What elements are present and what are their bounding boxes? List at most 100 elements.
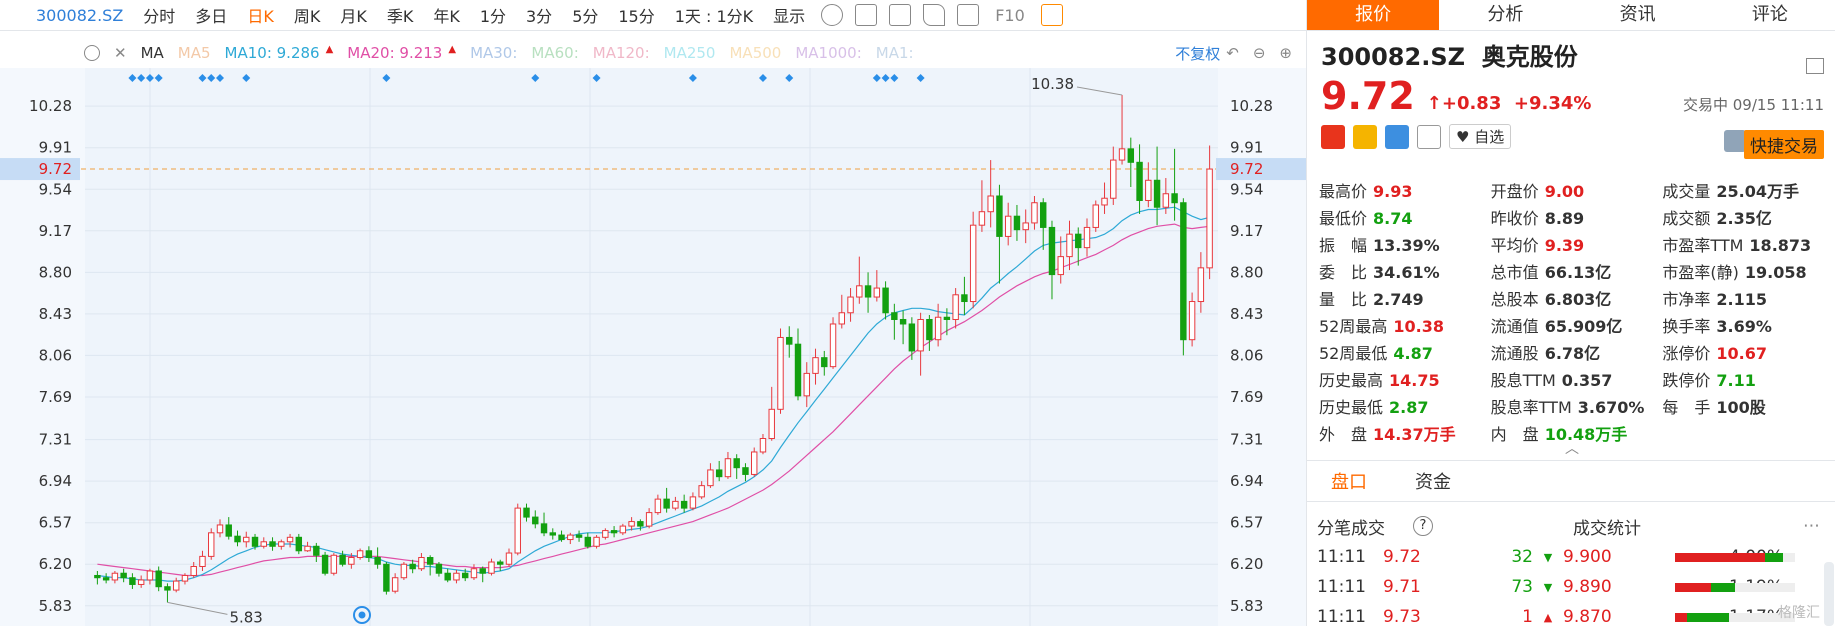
metric-value: 4.87 xyxy=(1393,343,1433,363)
y-tick-label-right: 8.80 xyxy=(1230,263,1263,281)
camera-icon[interactable] xyxy=(889,4,912,26)
settings-icon[interactable] xyxy=(821,4,844,26)
candle-body xyxy=(978,211,986,226)
period-tab-8[interactable]: 3分 xyxy=(516,3,562,27)
candle-body xyxy=(768,408,775,440)
quote-tab-3[interactable]: 评论 xyxy=(1704,0,1835,30)
candle-body xyxy=(567,534,574,541)
candle-body xyxy=(917,318,924,352)
bell-icon[interactable] xyxy=(1724,130,1746,152)
quote-tab-2[interactable]: 资讯 xyxy=(1572,0,1704,30)
ma-item-8[interactable]: MA1000: xyxy=(795,44,861,62)
candle-body xyxy=(374,557,381,565)
period-tab-9[interactable]: 5分 xyxy=(562,3,608,27)
candle-body xyxy=(637,521,644,527)
zoom-in-icon[interactable]: ⊕ xyxy=(1279,44,1292,62)
panel-toggle-icon[interactable] xyxy=(1040,4,1063,26)
candlestick-chart[interactable]: 10.28 10.28 9.91 9.91 9.54 9.54 9.17 9.17 8.80 8.… xyxy=(0,68,1306,626)
scrollbar[interactable] xyxy=(1824,562,1834,626)
metric-cell: 外 盘 14.37万手 xyxy=(1319,421,1491,445)
display-select[interactable]: 显示 xyxy=(763,3,815,27)
metric-label: 量 比 xyxy=(1319,289,1368,309)
symbol-label[interactable]: 300082.SZ xyxy=(30,6,133,25)
ma-item-3[interactable]: MA30: xyxy=(470,44,517,62)
metric-label: 开盘价 xyxy=(1490,181,1539,201)
period-tab-6[interactable]: 年K xyxy=(423,3,470,27)
y-tick-label-left: 7.31 xyxy=(39,431,72,449)
candle-body xyxy=(313,545,320,556)
candle-body xyxy=(724,458,732,478)
help-icon[interactable]: ? xyxy=(1413,516,1433,536)
range-select[interactable]: 1天 : 1分K xyxy=(665,3,763,27)
add-watchlist-button[interactable]: ♥ 自选 xyxy=(1449,124,1512,149)
collapse-icon[interactable]: ︿ xyxy=(1565,438,1579,458)
pen-icon[interactable] xyxy=(923,4,946,26)
fuquan-button[interactable]: 不复权 xyxy=(1175,43,1220,64)
period-tab-5[interactable]: 季K xyxy=(377,3,424,27)
metric-label: 每 手 xyxy=(1662,397,1711,417)
ma-legend-bar: ✕ MA MA5 MA10: 9.286 ▲ MA20: 9.213 ▲ MA30: MA6… xyxy=(84,36,1306,70)
close-icon[interactable]: ✕ xyxy=(114,44,127,62)
ma-type-select[interactable]: MA xyxy=(141,44,164,62)
candle-body xyxy=(961,294,968,303)
period-tab-4[interactable]: 月K xyxy=(330,3,377,27)
period-tab-7[interactable]: 1分 xyxy=(470,3,516,27)
panel-tab-1[interactable]: 资金 xyxy=(1391,468,1475,494)
ma-item-4[interactable]: MA60: xyxy=(531,44,578,62)
ma-item-5[interactable]: MA120: xyxy=(593,44,650,62)
metric-label: 换手率 xyxy=(1662,316,1711,336)
zoom-out-icon[interactable]: ⊖ xyxy=(1253,44,1266,62)
candle-body xyxy=(777,336,784,410)
ma-item-1[interactable]: MA10: 9.286 xyxy=(225,44,320,62)
ma-item-9[interactable]: MA1: xyxy=(876,44,914,62)
metric-row: 最高价 9.93 开盘价 9.00 成交量 25.04万手 xyxy=(1319,176,1834,203)
metric-cell: 成交额 2.35亿 xyxy=(1662,205,1834,229)
candle-body xyxy=(488,561,495,574)
period-tab-1[interactable]: 多日 xyxy=(185,3,237,27)
candle-body xyxy=(260,541,267,547)
candle-body xyxy=(856,285,863,298)
quick-trade-button[interactable]: 快捷交易 xyxy=(1744,130,1824,159)
metric-label: 总股本 xyxy=(1490,289,1539,309)
candle-body xyxy=(663,498,670,509)
metric-cell: 总股本 6.803亿 xyxy=(1491,286,1663,310)
candle-body xyxy=(943,316,951,320)
metric-value: 2.35亿 xyxy=(1716,208,1772,228)
candle-body xyxy=(707,469,714,487)
panel-tab-0[interactable]: 盘口 xyxy=(1307,468,1391,494)
period-tab-10[interactable]: 15分 xyxy=(608,3,664,27)
candle-body xyxy=(1022,222,1029,231)
quote-tab-1[interactable]: 分析 xyxy=(1439,0,1571,30)
y-tick-label-right: 9.17 xyxy=(1230,222,1263,240)
ma-item-2[interactable]: MA20: 9.213 xyxy=(347,44,442,62)
ma-item-6[interactable]: MA250 xyxy=(664,44,716,62)
candle-body xyxy=(286,536,294,543)
candle-body xyxy=(243,536,250,543)
metric-value: 9.39 xyxy=(1544,235,1585,255)
metric-cell: 52周最低 4.87 xyxy=(1319,340,1491,364)
quote-tab-0[interactable]: 报价 xyxy=(1307,0,1440,30)
menu-icon[interactable] xyxy=(1806,58,1824,74)
undo-icon[interactable]: ↶ xyxy=(1226,44,1239,62)
candle-body xyxy=(575,534,583,538)
candle-body xyxy=(391,577,399,592)
box-select-icon[interactable] xyxy=(855,4,878,26)
more-icon[interactable]: ⋯ xyxy=(1803,516,1820,536)
trade-row: 11:119.7173▼9.8901.19% xyxy=(1307,572,1835,602)
settings-icon[interactable] xyxy=(84,45,100,61)
ma-item-0[interactable]: MA5 xyxy=(178,44,211,62)
candle-body xyxy=(1206,168,1213,269)
period-tab-3[interactable]: 周K xyxy=(284,3,331,27)
period-tab-0[interactable]: 分时 xyxy=(133,3,185,27)
period-tab-2[interactable]: 日K xyxy=(237,3,284,27)
candle-body xyxy=(1013,215,1021,231)
candle-body xyxy=(278,541,285,547)
event-marker-dot xyxy=(358,611,366,619)
max-label: 10.38 xyxy=(1031,75,1074,93)
candle-body xyxy=(400,563,408,579)
metric-label: 市净率 xyxy=(1662,289,1711,309)
ma-item-7[interactable]: MA500 xyxy=(729,44,781,62)
fullscreen-icon[interactable] xyxy=(957,4,980,26)
candle-body xyxy=(94,574,101,579)
f10-button[interactable]: F10 xyxy=(985,6,1035,25)
